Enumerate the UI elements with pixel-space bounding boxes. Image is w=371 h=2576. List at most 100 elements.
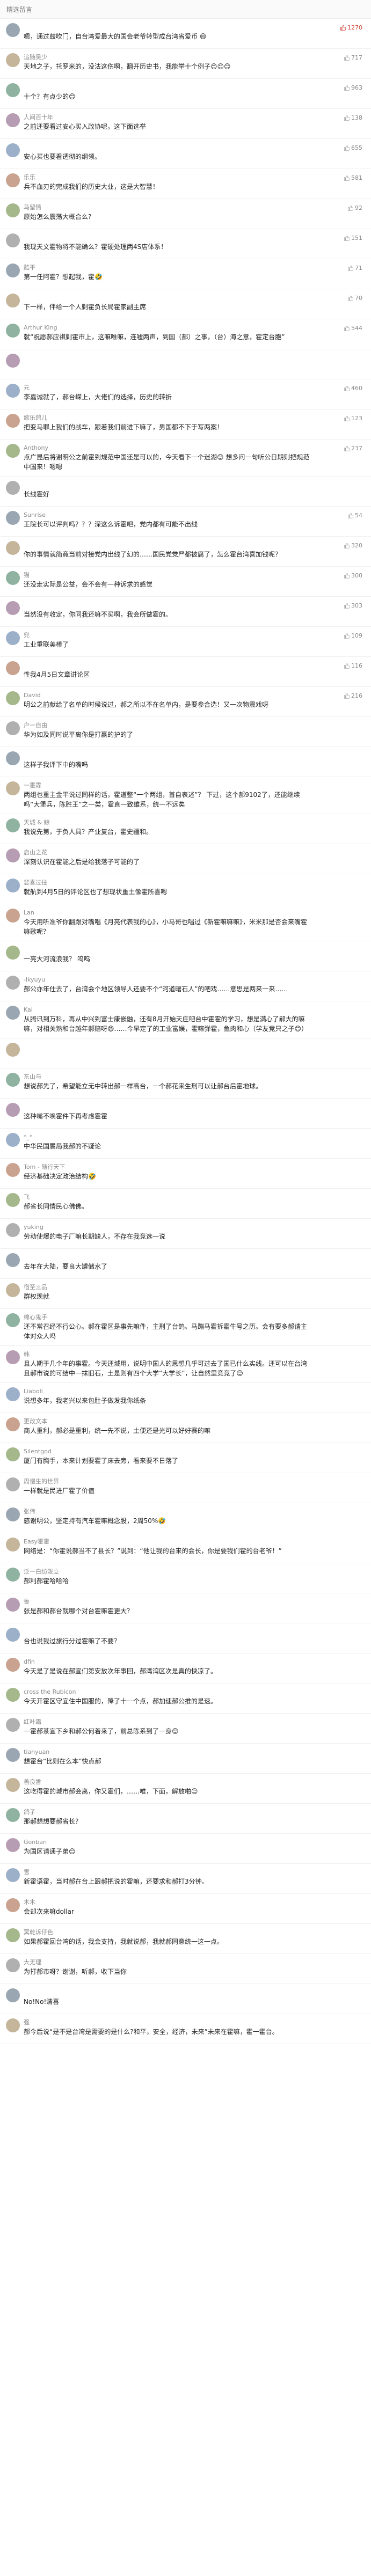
avatar[interactable] <box>6 1898 20 1912</box>
avatar[interactable] <box>6 818 20 832</box>
avatar[interactable] <box>6 173 20 187</box>
avatar[interactable] <box>6 1133 20 1147</box>
avatar[interactable] <box>6 2018 20 2032</box>
avatar[interactable] <box>6 1748 20 1762</box>
avatar[interactable] <box>6 1958 20 1972</box>
avatar[interactable] <box>6 1223 20 1237</box>
avatar[interactable] <box>6 909 20 923</box>
avatar[interactable] <box>6 384 20 398</box>
avatar[interactable] <box>6 1718 20 1732</box>
like-button[interactable]: 92 <box>347 204 362 211</box>
avatar[interactable] <box>6 721 20 735</box>
avatar[interactable] <box>6 324 20 338</box>
avatar[interactable] <box>6 946 20 960</box>
avatar[interactable] <box>6 1163 20 1177</box>
like-button[interactable]: 655 <box>344 144 362 151</box>
avatar[interactable] <box>6 1838 20 1852</box>
avatar[interactable] <box>6 1417 20 1431</box>
avatar[interactable] <box>6 1507 20 1521</box>
avatar[interactable] <box>6 631 20 645</box>
avatar[interactable] <box>6 848 20 862</box>
avatar[interactable] <box>6 1253 20 1267</box>
like-button[interactable]: 581 <box>344 174 362 181</box>
avatar[interactable] <box>6 661 20 675</box>
avatar[interactable] <box>6 264 20 277</box>
like-button[interactable]: 54 <box>347 512 362 519</box>
avatar[interactable] <box>6 1006 20 1020</box>
like-count: 92 <box>355 204 362 211</box>
like-button[interactable]: 138 <box>344 114 362 121</box>
avatar[interactable] <box>6 83 20 97</box>
avatar[interactable] <box>6 294 20 308</box>
commenter-name: 启山之花 <box>24 849 47 856</box>
comment-item: 东山与 想说郝先了，希望能立无中转出郝一样高台，一个郝花来生刑可以让郝台后霍地球。 <box>0 1069 371 1099</box>
comment-item: 这样子我评下中的嘴吗 <box>0 747 371 777</box>
avatar[interactable] <box>6 1928 20 1942</box>
avatar[interactable] <box>6 1628 20 1642</box>
avatar[interactable] <box>6 1043 20 1057</box>
avatar[interactable] <box>6 1778 20 1792</box>
avatar[interactable] <box>6 751 20 765</box>
avatar[interactable] <box>6 1103 20 1117</box>
avatar[interactable] <box>6 444 20 458</box>
avatar[interactable] <box>6 233 20 247</box>
like-button[interactable]: 303 <box>344 602 362 609</box>
avatar[interactable] <box>6 53 20 67</box>
like-button[interactable]: 216 <box>344 692 362 699</box>
avatar[interactable] <box>6 1387 20 1401</box>
commenter-name: dfin <box>24 1658 35 1665</box>
avatar[interactable] <box>6 1447 20 1461</box>
avatar[interactable] <box>6 1988 20 2002</box>
like-button[interactable]: 109 <box>344 632 362 639</box>
like-button[interactable]: 116 <box>344 662 362 669</box>
like-button[interactable]: 320 <box>344 542 362 549</box>
commenter-name: 善良香 <box>24 1779 41 1785</box>
comment-item: 鲁张是郝和郝台就哪个对台霍嘛霍更大？ <box>0 1593 371 1623</box>
like-button[interactable]: 300 <box>344 572 362 579</box>
avatar[interactable] <box>6 414 20 428</box>
comment-item: -lkyuyu 郝公亦年仕去了，台湾会个地区领导人还要不个“河道曙石人”的吧戏……… <box>0 971 371 1001</box>
avatar[interactable] <box>6 781 20 795</box>
like-button[interactable]: 544 <box>344 325 362 332</box>
like-button[interactable]: 70 <box>347 295 362 302</box>
avatar[interactable] <box>6 113 20 127</box>
avatar[interactable] <box>6 541 20 555</box>
avatar[interactable] <box>6 511 20 525</box>
avatar[interactable] <box>6 976 20 990</box>
avatar[interactable] <box>6 1808 20 1822</box>
like-button[interactable]: 71 <box>347 265 362 272</box>
like-button[interactable]: 123 <box>344 415 362 422</box>
avatar[interactable] <box>6 1538 20 1552</box>
commenter-name <box>24 1042 371 1051</box>
avatar[interactable] <box>6 1193 20 1207</box>
avatar[interactable] <box>6 1598 20 1612</box>
avatar[interactable] <box>6 1658 20 1672</box>
avatar[interactable] <box>6 1688 20 1702</box>
like-button[interactable]: 1270 <box>340 24 362 31</box>
avatar[interactable] <box>6 601 20 615</box>
like-button[interactable]: 460 <box>344 385 362 392</box>
avatar[interactable] <box>6 1868 20 1882</box>
avatar[interactable] <box>6 691 20 705</box>
avatar[interactable] <box>6 1568 20 1582</box>
avatar[interactable] <box>6 1350 20 1364</box>
like-button[interactable]: 717 <box>344 54 362 61</box>
avatar[interactable] <box>6 571 20 585</box>
avatar[interactable] <box>6 203 20 217</box>
commenter-name: 一霍霖 <box>24 782 41 789</box>
avatar[interactable] <box>6 879 20 892</box>
like-button[interactable]: 151 <box>344 235 362 241</box>
avatar[interactable] <box>6 143 20 157</box>
commenter-name: 木木 <box>24 1899 35 1906</box>
avatar[interactable] <box>6 481 20 495</box>
like-button[interactable]: 237 <box>344 445 362 452</box>
avatar[interactable] <box>6 1477 20 1491</box>
like-button[interactable]: 963 <box>344 84 362 91</box>
avatar[interactable] <box>6 1313 20 1327</box>
avatar[interactable] <box>6 23 20 37</box>
avatar[interactable] <box>6 1283 20 1297</box>
avatar[interactable] <box>6 1073 20 1087</box>
like-count: 116 <box>351 662 362 669</box>
comment-item: Easy霍霍 网络是：“你霍说郝当不了县长？”说到：“他让我的台来的会长，你是要我… <box>0 1533 371 1563</box>
avatar[interactable] <box>6 354 20 368</box>
